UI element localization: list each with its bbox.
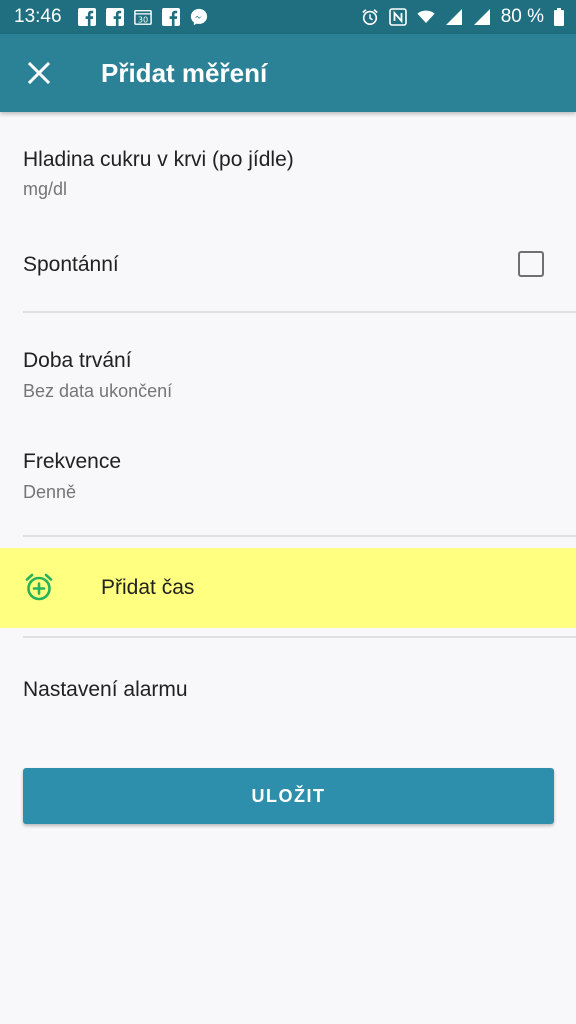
add-time-button[interactable]: Přidat čas: [0, 548, 576, 628]
facebook-icon: [161, 8, 180, 26]
alarm-settings-item[interactable]: Nastavení alarmu: [0, 638, 576, 738]
app-bar: Přidat měření: [0, 34, 576, 112]
spontaneous-title: Spontánní: [23, 253, 119, 276]
frequency-value: Denně: [23, 482, 77, 502]
wifi-icon: [417, 8, 435, 26]
duration-title: Doba trvání: [23, 349, 132, 372]
battery-level: 80 %: [500, 6, 544, 27]
measurement-item[interactable]: Hladina cukru v krvi (po jídle) mg/dl: [0, 112, 576, 212]
close-button[interactable]: [0, 34, 78, 112]
duration-value: Bez data ukončení: [23, 381, 173, 401]
status-time: 13:46: [14, 6, 62, 27]
calendar-day: 30: [137, 14, 147, 24]
facebook-icon: [105, 8, 124, 26]
status-left: 13:46 30: [14, 6, 208, 28]
measurement-title: Hladina cukru v krvi (po jídle): [23, 148, 294, 171]
alarm-settings-title: Nastavení alarmu: [23, 678, 188, 701]
add-time-label: Přidat čas: [101, 576, 195, 599]
messenger-icon: [190, 8, 208, 26]
page-title: Přidat měření: [101, 57, 268, 88]
nfc-icon: [388, 8, 407, 26]
save-button[interactable]: ULOŽIT: [23, 768, 554, 824]
alarm-add-icon: [25, 573, 53, 601]
close-icon: [27, 61, 51, 85]
signal-icon: [445, 8, 463, 26]
frequency-item[interactable]: Frekvence Denně: [0, 413, 576, 513]
facebook-icon: [77, 8, 96, 26]
calendar-icon: 30: [133, 8, 152, 26]
signal-icon: [473, 8, 491, 26]
spontaneous-item[interactable]: Spontánní: [0, 212, 576, 312]
battery-icon: [554, 8, 564, 26]
alarm-icon: [361, 8, 379, 26]
status-right: 80 %: [361, 6, 564, 28]
frequency-title: Frekvence: [23, 450, 122, 473]
status-bar: 13:46 30 80 %: [0, 0, 576, 34]
spontaneous-checkbox[interactable]: [518, 251, 544, 277]
measurement-unit: mg/dl: [23, 179, 68, 199]
divider: [23, 535, 576, 537]
duration-item[interactable]: Doba trvání Bez data ukončení: [0, 313, 576, 413]
